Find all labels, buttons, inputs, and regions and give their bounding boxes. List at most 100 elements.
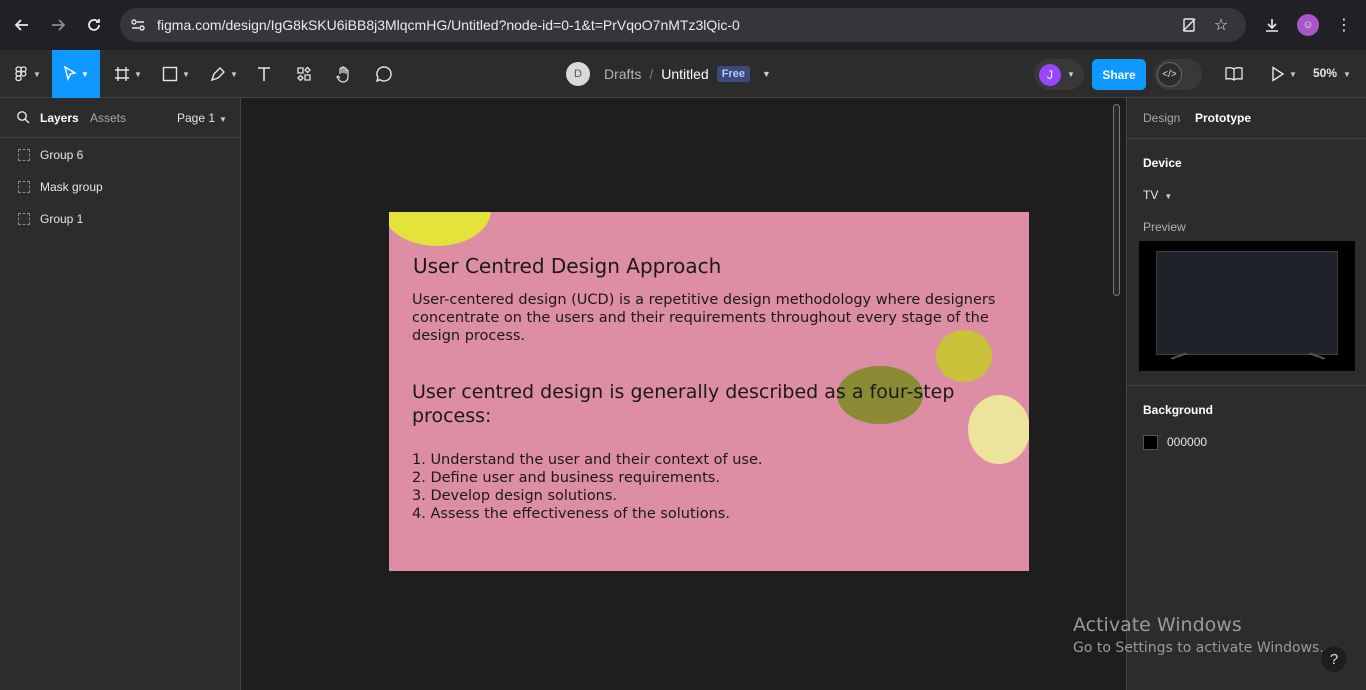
right-panel-tabs: Design Prototype	[1127, 98, 1366, 139]
chevron-down-icon: ▼	[1289, 69, 1297, 79]
library-button[interactable]	[1222, 50, 1246, 98]
plan-badge[interactable]: Free	[716, 66, 750, 82]
bookmark-star-icon[interactable]: ☆	[1212, 16, 1230, 34]
text-tool-button[interactable]	[252, 50, 276, 98]
group-icon	[18, 149, 30, 161]
chevron-down-icon: ▼	[1164, 192, 1173, 201]
site-settings-icon[interactable]	[130, 17, 146, 33]
chevron-down-icon[interactable]: ▼	[762, 69, 771, 79]
comment-tool-button[interactable]	[372, 50, 396, 98]
slide-subheading[interactable]: User centred design is generally describ…	[412, 380, 982, 428]
properties-panel: Design Prototype Device TV ▼ Preview Back…	[1126, 98, 1366, 690]
frame-tool-button[interactable]: ▼	[108, 50, 148, 98]
rectangle-icon	[162, 66, 178, 82]
canvas-scrollbar[interactable]	[1113, 104, 1120, 296]
browser-toolbar: figma.com/design/IgG8kSKU6iBB8j3MlqcmHG/…	[0, 0, 1366, 50]
step-item: 4. Assess the effectiveness of the solut…	[412, 506, 730, 522]
activate-title: Activate Windows	[1073, 614, 1242, 636]
tab-prototype[interactable]: Prototype	[1195, 111, 1251, 125]
file-title[interactable]: Untitled	[661, 66, 708, 82]
file-breadcrumb: D Drafts / Untitled Free ▼	[566, 62, 771, 86]
zoom-level[interactable]: 50% ▼	[1313, 66, 1351, 80]
layer-label: Group 1	[40, 212, 84, 226]
device-heading: Device	[1143, 156, 1182, 170]
slide-intro[interactable]: User-centered design (UCD) is a repetiti…	[412, 291, 1002, 345]
layer-label: Mask group	[40, 180, 103, 194]
figma-logo-icon	[15, 66, 27, 82]
shape-tool-button[interactable]: ▼	[156, 50, 196, 98]
user-avatar[interactable]: J	[1039, 63, 1061, 86]
no-tracking-icon[interactable]	[1180, 16, 1198, 34]
page-name: Page 1	[177, 111, 216, 125]
hand-tool-button[interactable]	[332, 50, 356, 98]
more-icon[interactable]: ⋮	[1333, 14, 1355, 36]
profile-icon[interactable]: ☺	[1297, 14, 1319, 36]
drafts-link[interactable]: Drafts	[604, 66, 641, 82]
share-button[interactable]: Share	[1092, 59, 1146, 90]
code-icon: </>	[1157, 62, 1182, 87]
chevron-down-icon: ▼	[134, 69, 142, 79]
chevron-down-icon: ▼	[1067, 70, 1075, 79]
comment-icon	[375, 66, 392, 83]
slide-steps[interactable]: 1. Understand the user and their context…	[412, 451, 763, 523]
background-swatch[interactable]	[1143, 435, 1158, 450]
multiplayer-chip[interactable]: J ▼	[1034, 59, 1084, 90]
slide-title[interactable]: User Centred Design Approach	[413, 254, 721, 278]
figma-toolbar: ▼ ▼ ▼ ▼ ▼ D Drafts / Untitled Free ▼ J ▼…	[0, 50, 1366, 98]
pen-icon	[210, 67, 226, 82]
background-hex[interactable]: 000000	[1167, 435, 1207, 449]
present-button[interactable]: ▼	[1266, 50, 1302, 98]
layer-item[interactable]: Mask group	[0, 171, 240, 203]
url-text[interactable]: figma.com/design/IgG8kSKU6iBB8j3MlqcmHG/…	[157, 17, 740, 33]
yellow-blob[interactable]	[389, 212, 491, 246]
left-panel-tabs: Layers Assets Page 1 ▼	[0, 98, 240, 138]
chevron-down-icon: ▼	[182, 69, 190, 79]
design-canvas[interactable]: User Centred Design Approach User-center…	[241, 98, 1126, 690]
step-item: 3. Develop design solutions.	[412, 488, 618, 504]
step-item: 2. Define user and business requirements…	[412, 470, 720, 486]
device-preview	[1139, 241, 1355, 371]
group-icon	[18, 181, 30, 193]
tab-assets[interactable]: Assets	[90, 111, 126, 125]
layers-panel: Layers Assets Page 1 ▼ Group 6 Mask group…	[0, 98, 241, 690]
group-icon	[18, 213, 30, 225]
layer-label: Group 6	[40, 148, 84, 162]
pen-tool-button[interactable]: ▼	[204, 50, 244, 98]
main-menu-button[interactable]: ▼	[8, 50, 48, 98]
tab-design[interactable]: Design	[1143, 111, 1180, 125]
layer-item[interactable]: Group 6	[0, 139, 240, 171]
windows-activation-watermark: Activate Windows Go to Settings to activ…	[1073, 614, 1324, 656]
chevron-down-icon: ▼	[81, 69, 89, 79]
dev-mode-toggle[interactable]: </>	[1154, 59, 1202, 90]
background-heading: Background	[1143, 403, 1214, 417]
frame-icon	[115, 67, 130, 81]
play-icon	[1272, 66, 1285, 82]
page-selector[interactable]: Page 1 ▼	[177, 111, 227, 125]
tab-layers[interactable]: Layers	[40, 111, 79, 125]
cursor-icon	[64, 66, 77, 82]
layer-item[interactable]: Group 1	[0, 203, 240, 235]
zoom-value: 50%	[1313, 66, 1338, 80]
reload-icon[interactable]	[82, 13, 106, 37]
tv-screen	[1156, 251, 1338, 355]
components-icon	[297, 66, 311, 82]
forward-icon[interactable]	[46, 13, 70, 37]
search-icon[interactable]	[16, 110, 32, 126]
device-select[interactable]: TV ▼	[1143, 188, 1172, 202]
move-tool-button[interactable]: ▼	[52, 50, 100, 98]
preview-label: Preview	[1143, 220, 1186, 234]
chevron-down-icon: ▼	[230, 69, 238, 79]
components-tool-button[interactable]	[292, 50, 316, 98]
back-icon[interactable]	[10, 13, 34, 37]
slide-frame[interactable]: User Centred Design Approach User-center…	[389, 212, 1029, 571]
address-bar[interactable]: figma.com/design/IgG8kSKU6iBB8j3MlqcmHG/…	[120, 8, 1246, 42]
divider	[1127, 385, 1366, 386]
help-button[interactable]: ?	[1320, 645, 1348, 673]
download-icon[interactable]	[1261, 14, 1283, 36]
step-item: 1. Understand the user and their context…	[412, 452, 763, 468]
activate-subtitle: Go to Settings to activate Windows.	[1073, 640, 1324, 656]
chevron-down-icon: ▼	[1343, 70, 1351, 79]
team-avatar[interactable]: D	[566, 62, 590, 86]
hand-icon	[336, 66, 349, 83]
device-value: TV	[1143, 188, 1159, 202]
